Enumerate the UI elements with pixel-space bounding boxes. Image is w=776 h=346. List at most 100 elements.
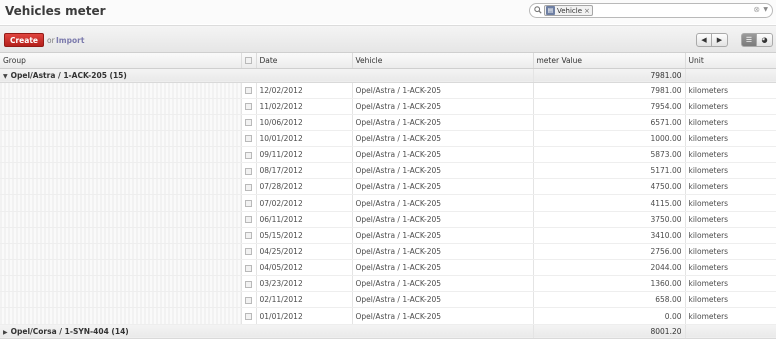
row-checkbox[interactable]	[244, 135, 252, 143]
row-meter-value: 6571.00	[532, 114, 685, 131]
search-dropdown-icon[interactable]: ▼	[763, 6, 768, 13]
row-select-cell[interactable]	[240, 275, 256, 293]
row-select-cell[interactable]	[240, 98, 256, 115]
group-total: 8001.20	[532, 323, 685, 339]
or-text: or	[47, 36, 55, 45]
column-unit[interactable]: Unit	[684, 53, 776, 69]
row-date: 06/11/2012	[255, 211, 352, 228]
import-link[interactable]: Import	[56, 36, 84, 45]
row-meter-value: 3410.00	[532, 227, 685, 244]
row-select-cell[interactable]	[240, 114, 256, 131]
row-select-cell[interactable]	[240, 162, 256, 180]
row-checkbox[interactable]	[244, 119, 252, 127]
row-group-cell	[0, 243, 241, 261]
row-select-cell[interactable]	[240, 307, 256, 325]
column-date[interactable]: Date	[255, 53, 352, 69]
row-select-cell[interactable]	[240, 291, 256, 309]
expand-down-icon[interactable]: ▼	[3, 73, 8, 80]
row-group-cell	[0, 82, 241, 99]
table-row[interactable]: 07/02/2012 Opel/Astra / 1-ACK-205 4115.00 k…	[0, 194, 776, 212]
row-checkbox[interactable]	[244, 151, 252, 159]
row-group-cell	[0, 178, 241, 196]
row-select-cell[interactable]	[240, 146, 256, 164]
group-row[interactable]: ▶ Opel/Corsa / 1-SYN-404 (14) 8001.20	[0, 323, 776, 339]
row-meter-value: 0.00	[532, 307, 685, 325]
row-vehicle: Opel/Astra / 1-ACK-205	[351, 114, 533, 131]
row-select-cell[interactable]	[240, 82, 256, 99]
previous-page-button[interactable]: ◀	[696, 33, 712, 47]
row-checkbox[interactable]	[244, 264, 252, 272]
row-unit: kilometers	[684, 130, 776, 148]
row-vehicle: Opel/Astra / 1-ACK-205	[351, 98, 533, 115]
table-row[interactable]: 04/05/2012 Opel/Astra / 1-ACK-205 2044.00 k…	[0, 259, 776, 277]
list-view-icon[interactable]: ☰	[741, 33, 757, 47]
table-row[interactable]: 11/02/2012 Opel/Astra / 1-ACK-205 7954.00 k…	[0, 98, 776, 115]
row-select-cell[interactable]	[240, 194, 256, 212]
table-row[interactable]: 05/15/2012 Opel/Astra / 1-ACK-205 3410.00 k…	[0, 227, 776, 244]
row-select-cell[interactable]	[240, 211, 256, 228]
row-checkbox[interactable]	[244, 200, 252, 208]
table-body: ▼ Opel/Astra / 1-ACK-205 (15) 7981.00 12/02…	[0, 67, 776, 339]
row-vehicle: Opel/Astra / 1-ACK-205	[351, 275, 533, 293]
table-row[interactable]: 01/01/2012 Opel/Astra / 1-ACK-205 0.00 kilo…	[0, 307, 776, 325]
group-label[interactable]: ▶ Opel/Corsa / 1-SYN-404 (14)	[0, 323, 533, 339]
row-checkbox[interactable]	[244, 167, 252, 175]
group-row[interactable]: ▼ Opel/Astra / 1-ACK-205 (15) 7981.00	[0, 67, 776, 83]
table-row[interactable]: 03/23/2012 Opel/Astra / 1-ACK-205 1360.00 k…	[0, 275, 776, 293]
table-row[interactable]: 06/11/2012 Opel/Astra / 1-ACK-205 3750.00 k…	[0, 211, 776, 228]
search-facet-vehicle[interactable]: ▤ Vehicle ×	[544, 5, 593, 16]
row-checkbox[interactable]	[244, 296, 252, 304]
next-page-button[interactable]: ▶	[712, 33, 728, 47]
row-date: 08/17/2012	[255, 162, 352, 180]
collapse-right-icon[interactable]: ▶	[3, 329, 8, 336]
row-checkbox[interactable]	[244, 313, 252, 321]
row-checkbox[interactable]	[244, 183, 252, 191]
graph-view-icon[interactable]: ◕	[757, 33, 773, 47]
row-meter-value: 5873.00	[532, 146, 685, 164]
row-select-cell[interactable]	[240, 130, 256, 148]
row-vehicle: Opel/Astra / 1-ACK-205	[351, 146, 533, 164]
facet-remove-icon[interactable]: ×	[584, 7, 590, 15]
group-name: Opel/Astra / 1-ACK-205 (15)	[10, 70, 127, 80]
table-row[interactable]: 07/28/2012 Opel/Astra / 1-ACK-205 4750.00 k…	[0, 178, 776, 196]
row-checkbox[interactable]	[244, 232, 252, 240]
create-button[interactable]: Create	[4, 33, 44, 47]
table-row[interactable]: 09/11/2012 Opel/Astra / 1-ACK-205 5873.00 k…	[0, 146, 776, 164]
row-unit: kilometers	[684, 194, 776, 212]
row-group-cell	[0, 194, 241, 212]
column-select-all[interactable]	[240, 53, 256, 69]
column-meter-value[interactable]: meter Value	[532, 53, 685, 69]
table-row[interactable]: 10/01/2012 Opel/Astra / 1-ACK-205 1000.00 k…	[0, 130, 776, 148]
row-unit: kilometers	[684, 114, 776, 131]
column-group[interactable]: Group	[0, 53, 241, 69]
row-checkbox[interactable]	[244, 103, 252, 111]
row-checkbox[interactable]	[244, 87, 252, 95]
row-date: 03/23/2012	[255, 275, 352, 293]
search-box[interactable]: ▤ Vehicle × ⊗ ▼	[529, 3, 773, 18]
table-header-row: Group Date Vehicle meter Value Unit	[0, 53, 776, 69]
select-all-checkbox[interactable]	[244, 57, 252, 65]
table-row[interactable]: 10/06/2012 Opel/Astra / 1-ACK-205 6571.00 k…	[0, 114, 776, 131]
row-checkbox[interactable]	[244, 280, 252, 288]
row-select-cell[interactable]	[240, 243, 256, 261]
toolbar: Create or Import ◀ ▶ ☰ ◕	[0, 25, 776, 53]
row-meter-value: 5171.00	[532, 162, 685, 180]
search-icon[interactable]	[534, 6, 542, 14]
row-group-cell	[0, 211, 241, 228]
column-vehicle[interactable]: Vehicle	[351, 53, 533, 69]
row-meter-value: 4115.00	[532, 194, 685, 212]
row-unit: kilometers	[684, 82, 776, 99]
row-meter-value: 2044.00	[532, 259, 685, 277]
row-select-cell[interactable]	[240, 227, 256, 244]
group-label[interactable]: ▼ Opel/Astra / 1-ACK-205 (15)	[0, 67, 533, 83]
table-row[interactable]: 12/02/2012 Opel/Astra / 1-ACK-205 7981.00 k…	[0, 82, 776, 99]
row-meter-value: 1000.00	[532, 130, 685, 148]
table-row[interactable]: 02/11/2012 Opel/Astra / 1-ACK-205 658.00 ki…	[0, 291, 776, 309]
clear-search-icon[interactable]: ⊗	[753, 5, 760, 14]
row-checkbox[interactable]	[244, 248, 252, 256]
row-select-cell[interactable]	[240, 259, 256, 277]
table-row[interactable]: 04/25/2012 Opel/Astra / 1-ACK-205 2756.00 k…	[0, 243, 776, 261]
row-select-cell[interactable]	[240, 178, 256, 196]
row-checkbox[interactable]	[244, 216, 252, 224]
table-row[interactable]: 08/17/2012 Opel/Astra / 1-ACK-205 5171.00 k…	[0, 162, 776, 180]
